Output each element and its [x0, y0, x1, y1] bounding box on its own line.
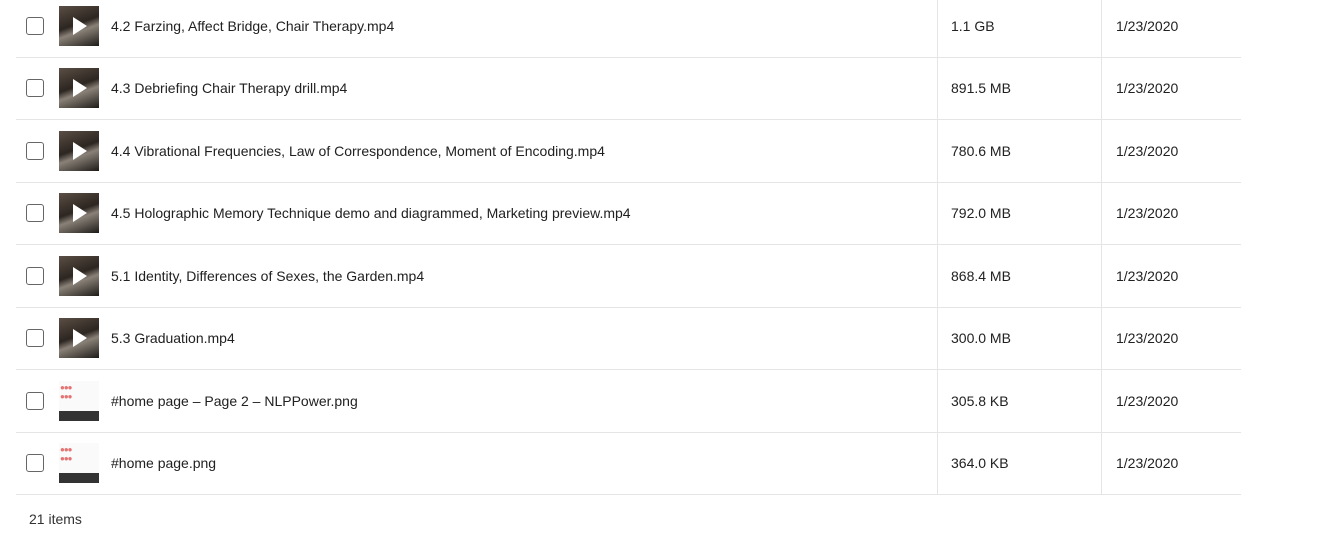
file-date: 1/23/2020 [1101, 432, 1241, 494]
file-name[interactable]: #home page.png [111, 455, 216, 471]
file-date: 1/23/2020 [1101, 120, 1241, 182]
play-icon [73, 329, 87, 348]
file-date: 1/23/2020 [1101, 57, 1241, 119]
file-row[interactable]: ●●● ●●● #home page.png 364.0 KB 1/23/2020 [16, 432, 1241, 495]
file-row[interactable]: 4.4 Vibrational Frequencies, Law of Corr… [16, 120, 1241, 183]
thumbnail-bar [59, 473, 99, 484]
thumbnail-bar [59, 410, 99, 421]
play-icon [73, 16, 87, 35]
thumbnail-dots: ●●● ●●● [60, 445, 73, 464]
file-size: 305.8 KB [937, 370, 1101, 432]
row-checkbox[interactable] [26, 266, 44, 285]
row-checkbox[interactable] [26, 329, 44, 348]
thumbnail-dots: ●●● ●●● [60, 382, 73, 401]
row-checkbox[interactable] [26, 204, 44, 223]
file-size: 364.0 KB [937, 432, 1101, 494]
video-thumbnail [59, 130, 99, 171]
video-thumbnail [59, 255, 99, 296]
video-thumbnail [59, 318, 99, 359]
play-icon [73, 79, 87, 98]
file-row[interactable]: 4.3 Debriefing Chair Therapy drill.mp4 89… [16, 57, 1241, 120]
file-size: 792.0 MB [937, 182, 1101, 244]
file-date: 1/23/2020 [1101, 0, 1241, 57]
item-count: 21 items [29, 511, 82, 527]
file-name[interactable]: 4.3 Debriefing Chair Therapy drill.mp4 [111, 80, 347, 96]
file-list: 4.2 Farzing, Affect Bridge, Chair Therap… [16, 0, 1241, 495]
video-thumbnail [59, 5, 99, 46]
file-name[interactable]: 4.4 Vibrational Frequencies, Law of Corr… [111, 143, 605, 159]
file-size: 868.4 MB [937, 245, 1101, 307]
row-checkbox[interactable] [26, 79, 44, 98]
file-row[interactable]: 5.3 Graduation.mp4 300.0 MB 1/23/2020 [16, 307, 1241, 370]
file-name[interactable]: 4.5 Holographic Memory Technique demo an… [111, 205, 631, 221]
file-date: 1/23/2020 [1101, 182, 1241, 244]
file-row[interactable]: ●●● ●●● #home page – Page 2 – NLPPower.png… [16, 370, 1241, 433]
file-row[interactable]: 4.5 Holographic Memory Technique demo an… [16, 182, 1241, 245]
row-checkbox[interactable] [26, 454, 44, 473]
file-date: 1/23/2020 [1101, 245, 1241, 307]
image-thumbnail: ●●● ●●● [59, 443, 99, 484]
play-icon [73, 204, 87, 223]
file-size: 891.5 MB [937, 57, 1101, 119]
file-date: 1/23/2020 [1101, 307, 1241, 369]
row-checkbox[interactable] [26, 16, 44, 35]
file-date: 1/23/2020 [1101, 370, 1241, 432]
file-name[interactable]: #home page – Page 2 – NLPPower.png [111, 393, 358, 409]
play-icon [73, 141, 87, 160]
file-size: 780.6 MB [937, 120, 1101, 182]
file-name[interactable]: 5.1 Identity, Differences of Sexes, the … [111, 268, 424, 284]
file-row[interactable]: 5.1 Identity, Differences of Sexes, the … [16, 245, 1241, 308]
play-icon [73, 266, 87, 285]
video-thumbnail [59, 193, 99, 234]
file-size: 300.0 MB [937, 307, 1101, 369]
file-size: 1.1 GB [937, 0, 1101, 57]
image-thumbnail: ●●● ●●● [59, 380, 99, 421]
video-thumbnail [59, 68, 99, 109]
row-checkbox[interactable] [26, 141, 44, 160]
file-name[interactable]: 4.2 Farzing, Affect Bridge, Chair Therap… [111, 18, 394, 34]
row-checkbox[interactable] [26, 391, 44, 410]
file-name[interactable]: 5.3 Graduation.mp4 [111, 330, 235, 346]
file-row[interactable]: 4.2 Farzing, Affect Bridge, Chair Therap… [16, 0, 1241, 58]
